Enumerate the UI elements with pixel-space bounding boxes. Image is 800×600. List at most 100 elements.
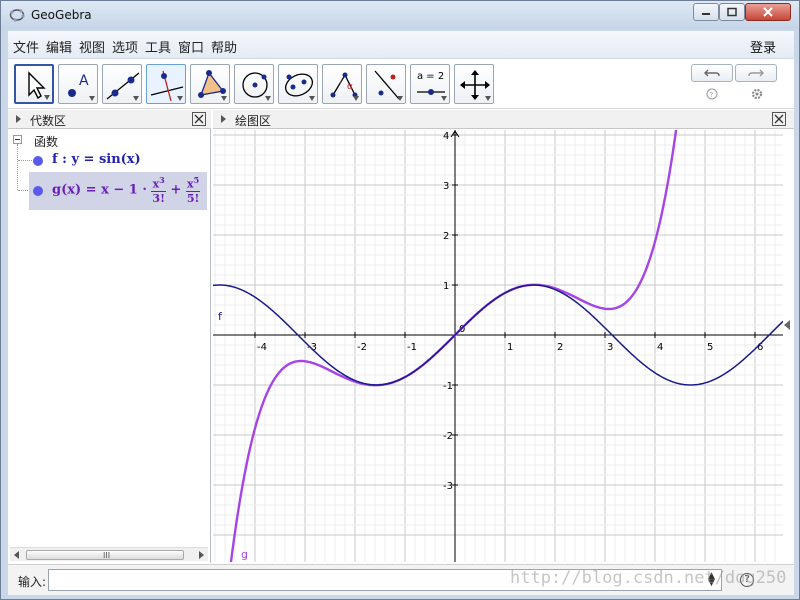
algebra-header: 代数区	[8, 110, 211, 129]
menu-file[interactable]: 文件	[13, 37, 39, 56]
graphics-header: 绘图区	[213, 110, 794, 129]
tree-line	[18, 160, 32, 161]
move-tool-button[interactable]	[14, 64, 54, 104]
close-algebra-button[interactable]	[192, 112, 206, 126]
login-link[interactable]: 登录	[750, 37, 776, 56]
close-icon	[194, 114, 204, 124]
help-circle-icon[interactable]: ?	[705, 87, 719, 101]
algebra-view: 代数区 函数 f : y = sin(x) g(x) = x − 1 · x3 …	[8, 110, 211, 563]
chevron-down-icon	[397, 96, 403, 101]
chevron-down-icon	[485, 96, 491, 101]
scroll-right-icon[interactable]	[199, 551, 204, 559]
frac-sup: 3	[159, 175, 165, 185]
expand-arrow-icon[interactable]	[16, 115, 21, 123]
circle-tool-button[interactable]	[234, 64, 274, 104]
gear-icon[interactable]	[750, 87, 764, 101]
client-area: 文件 编辑 视图 选项 工具 窗口 帮助 登录 A α a = 2 ? 代数区 …	[8, 31, 794, 595]
y-tick-label: 2	[443, 231, 449, 242]
minimize-icon	[702, 13, 710, 15]
scroll-thumb[interactable]: III	[26, 550, 184, 560]
reflect-tool-button[interactable]	[366, 64, 406, 104]
chevron-down-icon	[353, 96, 359, 101]
x-tick-label: -4	[257, 342, 267, 353]
svg-text:α: α	[347, 82, 353, 92]
chevron-down-icon	[265, 96, 271, 101]
chevron-down-icon	[133, 96, 139, 101]
x-tick-label: 2	[557, 342, 563, 353]
x-tick-label: 1	[507, 342, 513, 353]
chevron-down-icon	[44, 95, 50, 100]
group-label-functions: 函数	[34, 135, 59, 149]
label-f: f	[218, 310, 223, 323]
chevron-down-icon	[89, 96, 95, 101]
horizontal-scrollbar[interactable]: III	[10, 547, 208, 561]
input-label: 输入:	[18, 575, 47, 589]
label-g: g	[241, 548, 248, 561]
graphics-view: 绘图区 -4 -3 -2 -1 0 1 2 3 4 5 6 4 3 2 1 -1 -2 -3 f g	[213, 110, 794, 563]
frac-den: 5!	[186, 191, 200, 205]
fraction-x3: x3 3!	[151, 175, 166, 205]
x-tick-label: 4	[657, 342, 663, 353]
close-button[interactable]	[745, 3, 791, 21]
collapse-toggle[interactable]	[13, 135, 22, 144]
menu-help[interactable]: 帮助	[211, 37, 237, 56]
title-bar: GeoGebra	[1, 1, 799, 29]
scroll-left-icon[interactable]	[14, 551, 19, 559]
algebra-title: 代数区	[30, 114, 67, 128]
collapse-side-panel-icon[interactable]	[784, 320, 790, 330]
move-view-tool-button[interactable]	[454, 64, 494, 104]
close-icon	[774, 114, 784, 124]
menu-edit[interactable]: 编辑	[46, 37, 72, 56]
toolbar: A α a = 2 ?	[8, 59, 794, 109]
redo-icon	[748, 69, 764, 77]
svg-text:A: A	[79, 73, 89, 89]
expand-arrow-icon[interactable]	[221, 115, 226, 123]
y-tick-label: -2	[443, 431, 453, 442]
visibility-toggle-f[interactable]	[33, 156, 43, 166]
x-tick-label: -2	[357, 342, 367, 353]
ellipse-tool-button[interactable]	[278, 64, 318, 104]
menu-window[interactable]: 窗口	[178, 37, 204, 56]
x-tick-label: -1	[407, 342, 417, 353]
close-icon	[763, 7, 773, 17]
geogebra-logo-icon	[9, 9, 25, 22]
angle-tool-button[interactable]: α	[322, 64, 362, 104]
point-tool-button[interactable]: A	[58, 64, 98, 104]
visibility-toggle-g[interactable]	[33, 186, 43, 196]
line-tool-button[interactable]	[102, 64, 142, 104]
y-tick-label: 1	[443, 281, 449, 292]
close-graphics-button[interactable]	[772, 112, 786, 126]
function-g-definition: g(x) = x − 1 · x3 3! + x5 5!	[52, 175, 201, 205]
g-prefix: g(x) = x − 1 ·	[52, 182, 147, 198]
menu-view[interactable]: 视图	[79, 37, 105, 56]
fraction-x5: x5 5!	[185, 175, 201, 205]
tree-line	[18, 190, 28, 191]
y-tick-label: -3	[443, 481, 453, 492]
function-f-definition[interactable]: f : y = sin(x)	[52, 152, 141, 167]
chevron-down-icon	[177, 96, 183, 101]
app-window: GeoGebra 文件 编辑 视图 选项 工具 窗口 帮助 登录 A α a =…	[0, 0, 800, 600]
slider-tool-button[interactable]: a = 2	[410, 64, 450, 104]
redo-button[interactable]	[735, 64, 777, 82]
polygon-tool-button[interactable]	[190, 64, 230, 104]
frac-sup: 5	[193, 175, 200, 185]
x-tick-label: 5	[707, 342, 713, 353]
function-g-row[interactable]: g(x) = x − 1 · x3 3! + x5 5!	[29, 172, 207, 210]
minimize-button[interactable]	[693, 3, 719, 21]
maximize-icon	[727, 7, 737, 17]
menu-options[interactable]: 选项	[112, 37, 138, 56]
frac-den: 3!	[152, 191, 165, 205]
window-title: GeoGebra	[31, 8, 92, 22]
perpendicular-tool-button[interactable]	[146, 64, 186, 104]
chevron-down-icon	[221, 96, 227, 101]
graphics-canvas[interactable]: -4 -3 -2 -101 2 3 4 5 64321-1-2-3fg	[213, 130, 783, 562]
y-tick-label: 4	[443, 131, 449, 142]
y-tick-label: -1	[443, 381, 453, 392]
scroll-grip: III	[103, 551, 111, 560]
watermark: http://blog.csdn.net/dog250	[510, 568, 787, 588]
menu-tools[interactable]: 工具	[145, 37, 171, 56]
svg-text:?: ?	[710, 91, 714, 99]
maximize-button[interactable]	[719, 3, 745, 21]
chevron-down-icon	[309, 96, 315, 101]
undo-button[interactable]	[691, 64, 733, 82]
